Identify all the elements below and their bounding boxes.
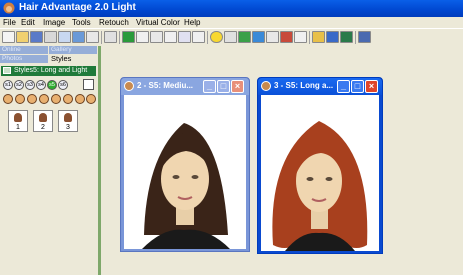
face-icon[interactable] [3, 94, 13, 104]
menu-edit[interactable]: Edit [21, 18, 35, 27]
save-icon[interactable] [30, 31, 43, 43]
crop-icon[interactable] [164, 31, 177, 43]
hair-icon [64, 113, 72, 122]
thumbnail-number: 1 [16, 124, 20, 131]
help-icon[interactable] [312, 31, 325, 43]
tab-photos[interactable]: Photos [0, 55, 48, 63]
globe-icon[interactable] [340, 31, 353, 43]
image-window-title: 3 - S5: Long a... [274, 81, 334, 90]
menu-bar: File Edit Image Tools Retouch Virtual Co… [0, 17, 463, 28]
toolbar-separator [207, 31, 208, 44]
compare-icon[interactable] [252, 31, 265, 43]
image-window-long[interactable]: 3 - S5: Long a... _ □ × [257, 77, 383, 254]
grid-icon[interactable] [178, 31, 191, 43]
minimize-button[interactable]: _ [203, 80, 216, 93]
rotate-icon[interactable] [150, 31, 163, 43]
info-icon[interactable] [358, 31, 371, 43]
open-icon[interactable] [16, 31, 29, 43]
settings-button[interactable] [83, 79, 94, 90]
email-icon[interactable] [104, 31, 117, 43]
image-window-title-bar[interactable]: 2 - S5: Mediu... _ □ × [121, 78, 249, 95]
tab-styles[interactable]: Styles [49, 55, 97, 63]
app-title-bar: Hair Advantage 2.0 Light [0, 0, 463, 17]
folder-icon [3, 67, 11, 74]
grid2-icon[interactable] [224, 31, 237, 43]
minimize-button[interactable]: _ [337, 80, 350, 93]
hair-icon [14, 113, 22, 122]
face-icon[interactable] [86, 94, 96, 104]
window-title: Hair Advantage 2.0 Light [19, 2, 136, 13]
tab-row-bottom: Photos Styles [0, 55, 97, 63]
select-icon[interactable] [136, 31, 149, 43]
window-icon [124, 81, 134, 91]
style-button-s2[interactable]: s2 [14, 80, 24, 90]
transfer-icon[interactable] [86, 31, 99, 43]
thumbnail-number: 3 [66, 124, 70, 131]
close-button[interactable]: × [231, 80, 244, 93]
maximize-button[interactable]: □ [217, 80, 230, 93]
styles-header: Styles5: Long and Light [1, 66, 96, 76]
face-icon[interactable] [27, 94, 37, 104]
face-icon[interactable] [75, 94, 85, 104]
tools-icon[interactable] [326, 31, 339, 43]
menu-retouch[interactable]: Retouch [99, 18, 129, 27]
toolbar-separator [309, 31, 310, 44]
toolbar-separator [101, 31, 102, 44]
mirror-icon[interactable] [238, 31, 251, 43]
style-thumbnail[interactable]: 1 [8, 110, 28, 132]
portrait-medium-hair [124, 95, 246, 249]
tab-gallery[interactable]: Gallery [49, 46, 97, 54]
image-icon[interactable] [192, 31, 205, 43]
thumbnail-number: 2 [41, 124, 45, 131]
portrait-long-hair [261, 95, 379, 251]
app-icon [3, 2, 15, 14]
image-window-medium[interactable]: 2 - S5: Mediu... _ □ × [120, 77, 250, 252]
menu-tools[interactable]: Tools [72, 18, 91, 27]
hair-icon [39, 113, 47, 122]
face-icon[interactable] [51, 94, 61, 104]
paste-icon[interactable] [72, 31, 85, 43]
toolbar [0, 28, 463, 48]
menu-file[interactable]: File [3, 18, 16, 27]
maximize-button[interactable]: □ [351, 80, 364, 93]
style-button-s6[interactable]: s6 [58, 80, 68, 90]
toolbar-separator [355, 31, 356, 44]
brush-icon[interactable] [280, 31, 293, 43]
style-button-s5[interactable]: s5 [47, 80, 57, 90]
tab-row-top: Online Gallery [0, 46, 97, 54]
toolbar-separator [119, 31, 120, 44]
new-icon[interactable] [2, 31, 15, 43]
portrait-image [124, 95, 246, 249]
smiley-icon[interactable] [210, 31, 223, 43]
copy-icon[interactable] [58, 31, 71, 43]
portrait-image [261, 95, 379, 251]
style-thumbnail[interactable]: 3 [58, 110, 78, 132]
face-icon[interactable] [39, 94, 49, 104]
style-button-s3[interactable]: s3 [25, 80, 35, 90]
palette-icon[interactable] [294, 31, 307, 43]
camera-icon[interactable] [122, 31, 135, 43]
style-button-s1[interactable]: s1 [3, 80, 13, 90]
tab-online[interactable]: Online [0, 46, 48, 54]
close-button[interactable]: × [365, 80, 378, 93]
styles-header-label: Styles5: Long and Light [14, 67, 88, 74]
window-icon [261, 81, 271, 91]
style-button-s4[interactable]: s4 [36, 80, 46, 90]
print-icon[interactable] [44, 31, 57, 43]
face-icon[interactable] [63, 94, 73, 104]
menu-virtual-color[interactable]: Virtual Color [136, 18, 180, 27]
style-thumbnail[interactable]: 2 [33, 110, 53, 132]
image-window-title-bar[interactable]: 3 - S5: Long a... _ □ × [258, 78, 382, 95]
menu-image[interactable]: Image [43, 18, 65, 27]
menu-help[interactable]: Help [184, 18, 200, 27]
wand-icon[interactable] [266, 31, 279, 43]
image-window-title: 2 - S5: Mediu... [137, 81, 194, 90]
face-icon[interactable] [15, 94, 25, 104]
